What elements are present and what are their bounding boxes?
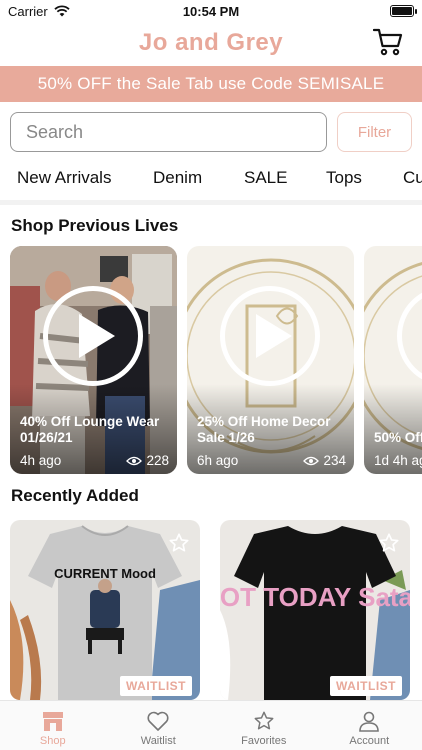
live-meta: 4h ago 228 — [20, 453, 169, 468]
category-tops[interactable]: Tops — [326, 168, 362, 188]
waitlist-badge[interactable]: WAITLIST — [330, 676, 402, 696]
filter-label: Filter — [357, 123, 392, 141]
carrier-label: Carrier — [8, 3, 48, 19]
search-row: Search Filter — [10, 112, 412, 154]
category-denim[interactable]: Denim — [153, 168, 202, 188]
products-carousel[interactable]: CURRENT Mood WAITLIST NOT TODAY Satan WA… — [10, 520, 422, 700]
tab-label: Shop — [39, 735, 66, 747]
play-button[interactable] — [43, 286, 143, 386]
heart-icon — [147, 711, 169, 731]
search-placeholder: Search — [26, 121, 84, 142]
eye-icon — [303, 456, 320, 465]
tab-bar: Shop Waitlist Favorites Account — [0, 700, 422, 750]
favorite-star-icon[interactable] — [378, 532, 400, 554]
play-icon — [256, 314, 292, 358]
wifi-icon — [54, 5, 70, 17]
live-card[interactable]: 40% Off Lounge Wear 01/26/21 4h ago 228 — [10, 246, 177, 474]
shirt-text: CURRENT Mood — [54, 566, 156, 581]
live-title: 40% Off Lounge Wear 01/26/21 — [20, 414, 160, 445]
category-tabs: New Arrivals Denim SALE Tops Cu — [0, 162, 422, 194]
cart-icon — [373, 28, 403, 56]
tab-shop[interactable]: Shop — [0, 701, 106, 750]
live-title: 25% Off Home Decor Sale 1/26 — [197, 414, 331, 445]
recent-section-title: Recently Added — [11, 486, 139, 505]
category-sale[interactable]: SALE — [244, 168, 287, 188]
app-header: Jo and Grey — [0, 22, 422, 64]
status-bar: Carrier 10:54 PM — [0, 0, 422, 22]
favorite-star-icon[interactable] — [168, 532, 190, 554]
lives-carousel[interactable]: 40% Off Lounge Wear 01/26/21 4h ago 228 … — [10, 246, 422, 474]
shirt-text: NOT TODAY Satan — [220, 582, 410, 612]
tab-waitlist[interactable]: Waitlist — [106, 701, 212, 750]
shop-icon — [42, 712, 63, 731]
search-input[interactable]: Search — [10, 112, 327, 152]
live-card[interactable]: 25% Off Home Decor Sale 1/26 6h ago 234 — [187, 246, 354, 474]
lives-section-title: Shop Previous Lives — [11, 216, 179, 235]
cart-button[interactable] — [372, 26, 404, 58]
product-card[interactable]: NOT TODAY Satan WAITLIST — [220, 520, 410, 700]
tab-label: Favorites — [241, 735, 287, 747]
filter-button[interactable]: Filter — [337, 112, 412, 152]
live-meta: 1d 4h ago — [374, 453, 422, 468]
play-icon — [79, 314, 115, 358]
category-new-arrivals[interactable]: New Arrivals — [17, 168, 111, 188]
play-button[interactable] — [220, 286, 320, 386]
live-time: 1d 4h ago — [374, 453, 422, 468]
waitlist-badge[interactable]: WAITLIST — [120, 676, 192, 696]
live-title: 50% Off Sale 01/26 — [374, 430, 422, 445]
tab-favorites[interactable]: Favorites — [211, 701, 317, 750]
tab-label: Account — [349, 735, 390, 747]
live-time: 4h ago — [20, 453, 62, 468]
battery-icon — [390, 5, 417, 17]
eye-icon — [126, 456, 143, 465]
live-views: 228 — [146, 453, 169, 468]
star-icon — [254, 711, 274, 730]
live-card[interactable]: 50% Off Sale 01/26 1d 4h ago — [364, 246, 422, 474]
person-icon — [359, 711, 380, 732]
tab-label: Waitlist — [140, 735, 176, 747]
promo-text: 50% OFF the Sale Tab use Code SEMISALE — [37, 74, 385, 93]
promo-banner[interactable]: 50% OFF the Sale Tab use Code SEMISALE — [0, 66, 422, 102]
live-time: 6h ago — [197, 453, 239, 468]
app-title: Jo and Grey — [138, 29, 284, 56]
section-divider — [0, 200, 422, 205]
live-views: 234 — [323, 453, 346, 468]
product-card[interactable]: CURRENT Mood WAITLIST — [10, 520, 200, 700]
tab-account[interactable]: Account — [317, 701, 422, 750]
live-meta: 6h ago 234 — [197, 453, 346, 468]
category-more[interactable]: Cu — [403, 168, 422, 188]
